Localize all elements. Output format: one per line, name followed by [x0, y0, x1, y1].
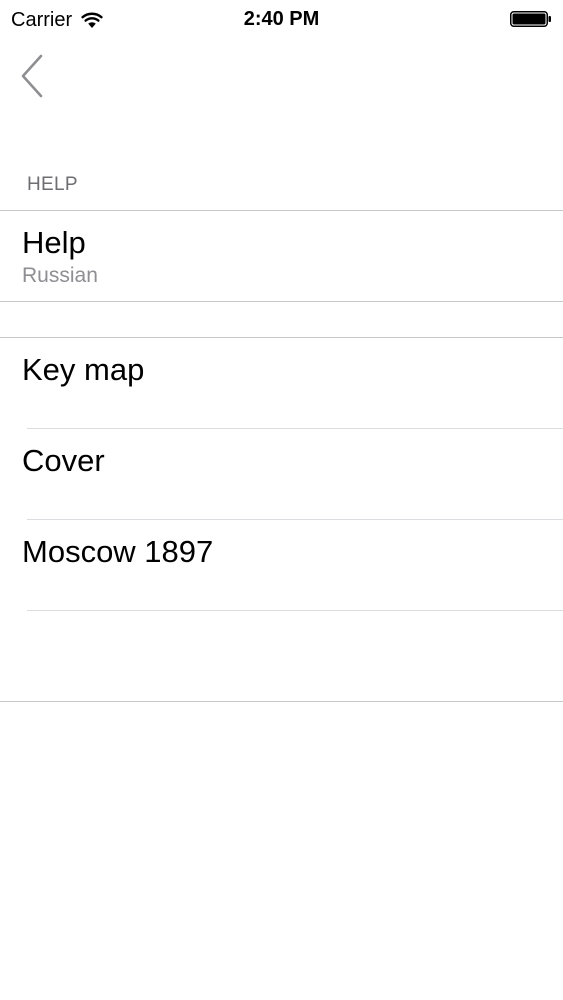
separator [0, 701, 563, 702]
help-cell[interactable]: Help Russian [0, 211, 563, 301]
status-bar: Carrier 2:40 PM [0, 0, 563, 40]
separator [0, 301, 563, 302]
cover-cell-title: Cover [22, 443, 105, 478]
battery-icon [510, 11, 551, 27]
key-map-cell-title: Key map [22, 352, 145, 387]
help-cell-title: Help [22, 225, 86, 260]
cover-cell[interactable]: Cover [0, 429, 563, 519]
moscow-1897-cell-title: Moscow 1897 [22, 534, 214, 569]
settings-screen: Carrier 2:40 PM HELP Help Russian Key ma… [0, 0, 563, 1000]
key-map-cell[interactable]: Key map [0, 338, 563, 428]
status-time: 2:40 PM [243, 8, 320, 30]
section-header-help: HELP [27, 174, 78, 195]
empty-cell [0, 611, 563, 701]
back-button[interactable] [16, 52, 48, 100]
moscow-1897-cell[interactable]: Moscow 1897 [0, 520, 563, 610]
chevron-left-icon [21, 54, 43, 98]
help-cell-subtitle: Russian [22, 264, 98, 287]
